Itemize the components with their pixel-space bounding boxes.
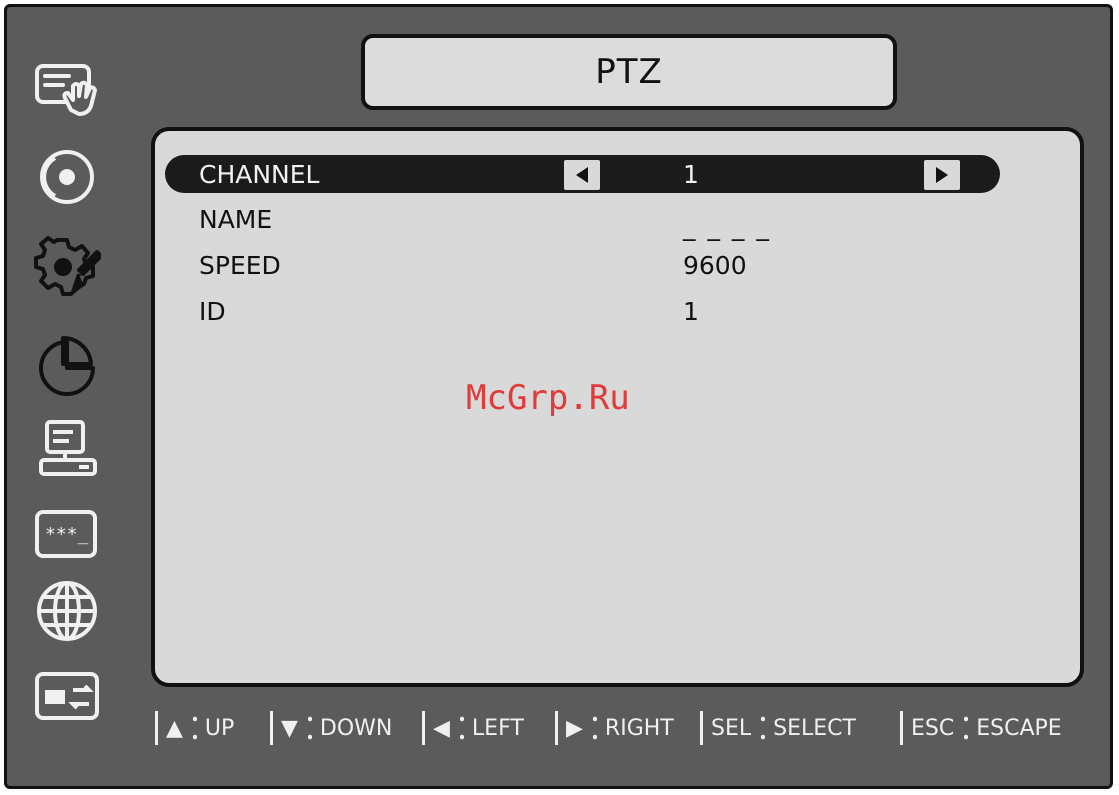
- id-value[interactable]: 1: [683, 297, 699, 326]
- name-label: NAME: [199, 204, 273, 234]
- transfer-icon[interactable]: [33, 668, 101, 730]
- disc-icon[interactable]: [33, 146, 101, 208]
- left-label: LEFT: [471, 715, 524, 741]
- watermark-text: McGrp.Ru: [466, 378, 630, 418]
- channel-next-button[interactable]: [924, 160, 960, 190]
- id-row[interactable]: ID 1: [165, 292, 1000, 330]
- down-key-icon: ▼: [281, 715, 298, 741]
- legend-right: ▶ RIGHT: [555, 708, 674, 748]
- computer-icon[interactable]: [33, 418, 101, 480]
- down-label: DOWN: [319, 715, 393, 741]
- channel-label: CHANNEL: [199, 159, 320, 189]
- escape-key: ESC: [911, 715, 955, 741]
- left-key-icon: ◀: [433, 715, 450, 741]
- arrow-left-icon: [576, 167, 588, 183]
- menu-title-box: PTZ: [361, 34, 897, 110]
- svg-text:***_: ***_: [45, 524, 89, 545]
- touch-menu-icon[interactable]: [33, 58, 101, 120]
- speed-value[interactable]: 9600: [683, 251, 747, 280]
- channel-prev-button[interactable]: [564, 160, 600, 190]
- arrow-right-icon: [936, 167, 948, 183]
- channel-value: 1: [683, 159, 699, 189]
- select-label: SELECT: [773, 715, 856, 741]
- name-value[interactable]: _ _ _ _: [683, 212, 771, 241]
- password-icon[interactable]: ***_: [33, 504, 101, 566]
- name-row[interactable]: NAME _ _ _ _: [165, 200, 1000, 242]
- legend-select: SEL SELECT: [700, 708, 856, 748]
- legend-down: ▼ DOWN: [270, 708, 392, 748]
- up-label: UP: [204, 715, 235, 741]
- right-label: RIGHT: [604, 715, 674, 741]
- legend-escape: ESC ESCAPE: [900, 708, 1062, 748]
- id-label: ID: [199, 296, 226, 326]
- globe-icon[interactable]: [33, 580, 101, 642]
- page-title: PTZ: [595, 52, 663, 92]
- escape-label: ESCAPE: [976, 715, 1062, 741]
- speed-row[interactable]: SPEED 9600: [165, 246, 1000, 284]
- legend-left: ◀ LEFT: [422, 708, 524, 748]
- select-key: SEL: [711, 715, 752, 741]
- legend-up: ▲ UP: [155, 708, 234, 748]
- pie-chart-icon[interactable]: [33, 334, 101, 396]
- channel-row[interactable]: CHANNEL 1: [165, 155, 1000, 193]
- right-key-icon: ▶: [566, 715, 583, 741]
- speed-label: SPEED: [199, 250, 281, 280]
- up-key-icon: ▲: [166, 715, 183, 741]
- settings-tools-icon[interactable]: [33, 236, 103, 298]
